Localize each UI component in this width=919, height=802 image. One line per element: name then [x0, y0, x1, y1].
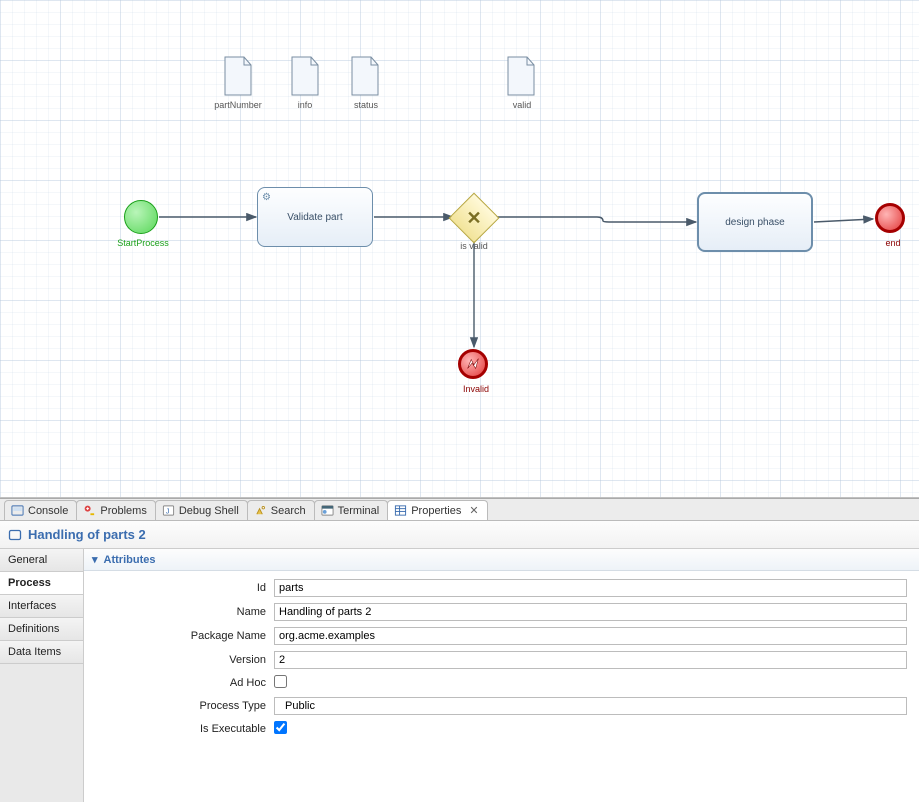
input-name[interactable] [274, 603, 907, 621]
section-title: Attributes [104, 554, 156, 566]
close-icon[interactable]: ✕ [469, 504, 478, 517]
label-name: Name [96, 606, 266, 618]
data-object-label: info [290, 100, 320, 110]
label-adhoc: Ad Hoc [96, 677, 266, 689]
console-icon [11, 504, 24, 517]
task-label: design phase [725, 217, 785, 228]
properties-form: ▾ Attributes Id Name Package Name Versio… [84, 549, 919, 802]
gateway-is-valid[interactable]: ✕ [449, 193, 500, 244]
data-object-label: valid [504, 100, 540, 110]
input-version[interactable] [274, 651, 907, 669]
error-icon [464, 355, 482, 373]
terminal-icon [321, 504, 334, 517]
properties-icon [394, 504, 407, 517]
properties-title: Handling of parts 2 [28, 527, 146, 542]
end-event[interactable] [875, 203, 905, 233]
data-object-partNumber[interactable] [222, 56, 254, 96]
section-attributes[interactable]: ▾ Attributes [84, 549, 919, 571]
svg-text:J: J [166, 506, 170, 515]
side-tab-data-items[interactable]: Data Items [0, 641, 83, 664]
view-tabs: Console Problems J Debug Shell Search Te… [0, 499, 919, 521]
tab-label: Search [271, 505, 306, 517]
start-event[interactable] [124, 200, 158, 234]
tab-label: Terminal [338, 505, 380, 517]
tab-label: Debug Shell [179, 505, 239, 517]
label-is-exec: Is Executable [96, 723, 266, 735]
checkbox-adhoc[interactable] [274, 675, 287, 688]
task-validate-part[interactable]: ⚙ Validate part [257, 187, 373, 247]
tab-debug-shell[interactable]: J Debug Shell [155, 500, 248, 520]
start-event-label: StartProcess [108, 238, 178, 248]
side-tab-definitions[interactable]: Definitions [0, 618, 83, 641]
end-error-label: Invalid [456, 384, 496, 394]
gateway-x-icon: ✕ [457, 201, 491, 235]
process-icon [8, 528, 22, 542]
label-package: Package Name [96, 630, 266, 642]
label-id: Id [96, 582, 266, 594]
diagram-canvas[interactable]: partNumber info status valid StartProces… [0, 0, 919, 498]
gateway-label: is valid [452, 241, 496, 251]
twistie-icon[interactable]: ▾ [92, 553, 98, 566]
problems-icon [83, 504, 96, 517]
properties-header: Handling of parts 2 [0, 521, 919, 549]
side-tab-process[interactable]: Process [0, 572, 83, 595]
task-design-phase[interactable]: design phase [697, 192, 813, 252]
tab-search[interactable]: Search [247, 500, 315, 520]
end-event-label: end [878, 238, 908, 248]
search-icon [254, 504, 267, 517]
end-event-error[interactable] [458, 349, 488, 379]
tab-problems[interactable]: Problems [76, 500, 155, 520]
data-object-label: status [346, 100, 386, 110]
tab-label: Properties [411, 505, 461, 517]
input-id[interactable] [274, 579, 907, 597]
tab-label: Console [28, 505, 68, 517]
gear-icon: ⚙ [262, 192, 271, 203]
tab-label: Problems [100, 505, 146, 517]
tab-terminal[interactable]: Terminal [314, 500, 389, 520]
properties-body: General Process Interfaces Definitions D… [0, 549, 919, 802]
task-label: Validate part [287, 212, 342, 223]
side-tab-general[interactable]: General [0, 549, 83, 572]
properties-side-tabs: General Process Interfaces Definitions D… [0, 549, 84, 802]
debug-shell-icon: J [162, 504, 175, 517]
data-object-label: partNumber [208, 100, 268, 110]
tab-console[interactable]: Console [4, 500, 77, 520]
checkbox-is-executable[interactable] [274, 721, 287, 734]
data-object-info[interactable] [289, 56, 321, 96]
input-package[interactable] [274, 627, 907, 645]
side-tab-interfaces[interactable]: Interfaces [0, 595, 83, 618]
select-process-type[interactable] [274, 697, 907, 715]
label-process-type: Process Type [96, 700, 266, 712]
label-version: Version [96, 654, 266, 666]
bottom-panel: Console Problems J Debug Shell Search Te… [0, 498, 919, 802]
data-object-valid[interactable] [505, 56, 537, 96]
data-object-status[interactable] [349, 56, 381, 96]
tab-properties[interactable]: Properties ✕ [387, 500, 487, 520]
